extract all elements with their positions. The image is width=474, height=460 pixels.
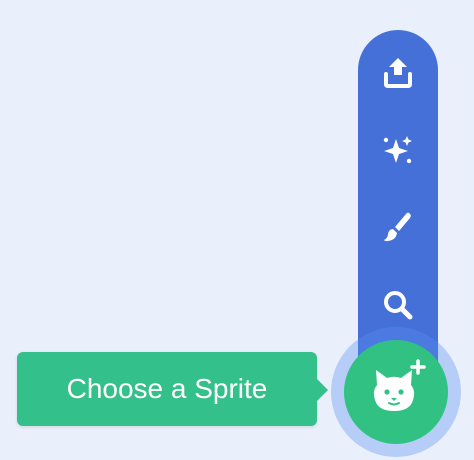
upload-sprite-button[interactable] xyxy=(358,42,438,102)
paint-sprite-button[interactable] xyxy=(358,197,438,257)
paint-icon xyxy=(382,210,414,244)
surprise-sprite-button[interactable] xyxy=(358,120,438,180)
choose-sprite-tooltip: Choose a Sprite xyxy=(17,352,317,426)
sprite-selector-area: Choose a Sprite xyxy=(0,0,474,460)
tooltip-label: Choose a Sprite xyxy=(66,373,268,404)
search-sprite-button[interactable] xyxy=(358,275,438,335)
tooltip-arrow xyxy=(316,378,328,402)
surprise-icon xyxy=(382,134,414,166)
upload-icon xyxy=(382,55,414,89)
search-icon xyxy=(382,289,414,321)
cat-plus-icon xyxy=(365,358,427,426)
choose-sprite-button[interactable] xyxy=(344,340,448,444)
